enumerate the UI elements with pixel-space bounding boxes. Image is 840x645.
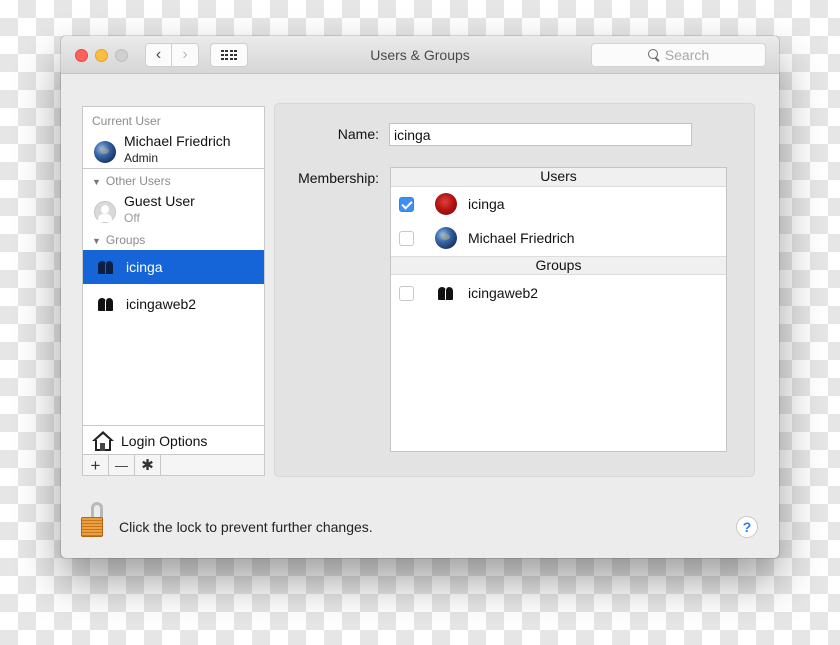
member-row-michael-friedrich: Michael Friedrich	[391, 221, 726, 255]
group-item-icinga[interactable]: icinga	[83, 250, 264, 284]
login-options-item[interactable]: Login Options	[83, 425, 264, 455]
groups-label: Groups	[105, 233, 146, 247]
earth-icon	[94, 141, 116, 163]
other-users-label: Other Users	[105, 174, 171, 188]
earth-icon	[435, 227, 457, 249]
add-user-button[interactable]: +	[83, 455, 109, 475]
member-checkbox-icinga[interactable]	[399, 196, 414, 212]
user-item-current[interactable]: Michael Friedrich Admin	[83, 132, 264, 172]
question-mark-icon: ?	[742, 519, 752, 535]
group-detail-panel: Name: Membership: Users icinga Michael F…	[274, 103, 755, 477]
user-status: Off	[124, 211, 140, 225]
member-name: Michael Friedrich	[468, 230, 575, 246]
member-checkbox-michael-friedrich[interactable]	[399, 230, 414, 246]
other-users-section[interactable]: ▼ Other Users	[92, 174, 171, 188]
guest-user-icon	[94, 201, 116, 223]
user-name: Michael Friedrich	[124, 133, 231, 149]
search-placeholder: Search	[664, 47, 710, 63]
group-icon	[97, 260, 115, 274]
rose-icon	[435, 193, 457, 215]
user-role: Admin	[124, 151, 159, 165]
disclosure-triangle-icon: ▼	[92, 177, 101, 187]
house-icon	[92, 430, 114, 451]
lock-status-text: Click the lock to prevent further change…	[119, 519, 373, 535]
users-groups-window: ‹ › Users & Groups Search Current User M…	[61, 36, 779, 558]
member-row-icingaweb2: icingaweb2	[391, 276, 726, 310]
group-name: icingaweb2	[126, 296, 197, 312]
search-field[interactable]: Search	[591, 43, 766, 67]
groups-header: Groups	[391, 256, 726, 275]
group-icon	[97, 297, 115, 311]
action-menu-button[interactable]: ✱	[135, 455, 161, 475]
user-item-guest[interactable]: Guest User Off	[83, 192, 264, 232]
gear-icon: ✱	[141, 456, 154, 474]
membership-label: Membership:	[298, 170, 379, 186]
group-icon	[435, 286, 457, 300]
minus-icon: —	[115, 457, 128, 473]
member-checkbox-icingaweb2[interactable]	[399, 285, 414, 301]
users-header: Users	[391, 168, 726, 187]
search-icon	[647, 49, 660, 61]
group-name: icinga	[126, 259, 163, 275]
title-bar: ‹ › Users & Groups Search	[61, 36, 779, 74]
member-name: icingaweb2	[468, 285, 539, 301]
name-label: Name:	[337, 126, 379, 142]
plus-icon: +	[90, 455, 101, 475]
user-name: Guest User	[124, 193, 195, 209]
group-item-icingaweb2[interactable]: icingaweb2	[83, 287, 264, 321]
member-row-icinga: icinga	[391, 187, 726, 221]
sidebar-toolbar: + — ✱	[83, 454, 264, 475]
disclosure-triangle-icon: ▼	[92, 236, 101, 246]
login-options-label: Login Options	[121, 432, 208, 449]
users-sidebar: Current User Michael Friedrich Admin ▼ Ot…	[82, 106, 265, 476]
member-name: icinga	[468, 196, 505, 212]
remove-user-button[interactable]: —	[109, 455, 135, 475]
membership-list: Users icinga Michael Friedrich Groups ic…	[390, 167, 727, 452]
groups-section[interactable]: ▼ Groups	[92, 233, 145, 247]
lock-button[interactable]	[81, 502, 105, 538]
group-name-input[interactable]	[389, 123, 692, 146]
current-user-label: Current User	[92, 114, 161, 128]
help-button[interactable]: ?	[736, 516, 758, 538]
divider	[83, 168, 264, 169]
